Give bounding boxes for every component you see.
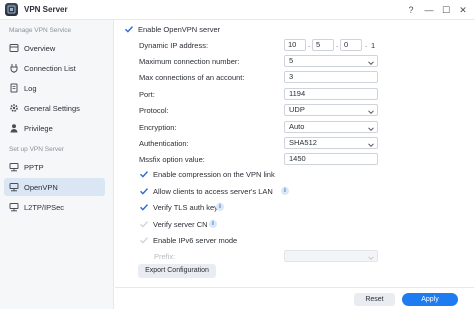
- compression-option[interactable]: Enable compression on the VPN link: [139, 169, 339, 180]
- port-value: 1194: [289, 89, 306, 98]
- help-button[interactable]: ?: [403, 2, 419, 18]
- encryption-label: Encryption:: [139, 123, 177, 132]
- ip-octet-2-field[interactable]: 5: [312, 39, 334, 51]
- protocol-label: Protocol:: [139, 106, 169, 115]
- ip-octet-3-field[interactable]: 0: [340, 39, 362, 51]
- enable-openvpn-label: Enable OpenVPN server: [138, 25, 221, 34]
- network-icon: [9, 162, 19, 172]
- encryption-value: Auto: [289, 122, 305, 131]
- port-field[interactable]: 1194: [284, 88, 378, 100]
- ip-octet-1-field[interactable]: 10: [284, 39, 306, 51]
- sidebar-item-log[interactable]: Log: [4, 79, 105, 97]
- sidebar-item-label: Privilege: [24, 123, 53, 133]
- person-icon: [9, 123, 19, 133]
- sidebar-item-l2tp-ipsec[interactable]: L2TP/IPSec: [4, 198, 105, 216]
- protocol-select[interactable]: UDP: [284, 104, 378, 116]
- gear-icon: [9, 103, 19, 113]
- tls-auth-option[interactable]: Verify TLS auth key i: [139, 202, 339, 213]
- sidebar-item-label: Overview: [24, 43, 56, 53]
- prefix-label: Prefix:: [154, 252, 176, 261]
- info-icon[interactable]: i: [216, 203, 224, 211]
- sidebar-item-privilege[interactable]: Privilege: [4, 119, 105, 137]
- lan-access-label: Allow clients to access server's LAN: [153, 187, 273, 196]
- sidebar-item-pptp[interactable]: PPTP: [4, 158, 105, 176]
- server-cn-label: Verify server CN: [153, 220, 208, 229]
- port-label: Port:: [139, 90, 155, 99]
- sidebar-item-general-settings[interactable]: General Settings: [4, 99, 105, 117]
- network-icon: [9, 182, 19, 192]
- lan-access-checkbox[interactable]: [139, 186, 149, 196]
- chevron-down-icon: [368, 254, 374, 260]
- max-connection-label: Maximum connection number:: [139, 57, 240, 66]
- protocol-value: UDP: [289, 105, 305, 114]
- sidebar-item-label: PPTP: [24, 162, 44, 172]
- chevron-down-icon: [368, 141, 374, 147]
- sidebar-item-label: OpenVPN: [24, 182, 58, 192]
- prefix-select: [284, 250, 378, 262]
- sidebar-item-openvpn[interactable]: OpenVPN: [4, 178, 105, 196]
- ipv6-label: Enable IPv6 server mode: [153, 236, 238, 245]
- chevron-down-icon: [368, 125, 374, 131]
- export-configuration-button[interactable]: Export Configuration: [138, 264, 216, 278]
- authentication-value: SHA512: [289, 138, 317, 147]
- sidebar-item-connection-list[interactable]: Connection List: [4, 59, 105, 77]
- reset-button[interactable]: Reset: [354, 293, 395, 306]
- mssfix-value: 1450: [289, 154, 306, 163]
- server-cn-checkbox[interactable]: [139, 219, 149, 229]
- apply-button[interactable]: Apply: [402, 293, 458, 306]
- mssfix-label: Mssfix option value:: [139, 155, 205, 164]
- ipv6-option[interactable]: Enable IPv6 server mode: [139, 235, 339, 246]
- chevron-down-icon: [368, 108, 374, 114]
- compression-checkbox[interactable]: [139, 169, 149, 179]
- sidebar-item-label: Log: [24, 83, 37, 93]
- lan-access-option[interactable]: Allow clients to access server's LAN i: [139, 186, 339, 197]
- sidebar-item-label: General Settings: [24, 103, 80, 113]
- dynamic-ip-label: Dynamic IP address:: [139, 41, 209, 50]
- max-account-connections-value: 3: [289, 72, 294, 81]
- section-label-manage: Manage VPN Service: [9, 27, 72, 34]
- maximize-button[interactable]: ☐: [438, 2, 454, 18]
- vpn-server-app-icon: [5, 3, 18, 16]
- authentication-select[interactable]: SHA512: [284, 137, 378, 149]
- network-icon: [9, 202, 19, 212]
- info-icon[interactable]: i: [209, 220, 217, 228]
- title-bar: VPN Server ? — ☐ ✕: [0, 0, 474, 20]
- server-cn-option[interactable]: Verify server CN i: [139, 219, 339, 230]
- ip-dot: .: [365, 40, 368, 49]
- sidebar-item-label: Connection List: [24, 63, 76, 73]
- log-icon: [9, 83, 19, 93]
- info-icon[interactable]: i: [281, 187, 289, 195]
- minimize-button[interactable]: —: [421, 2, 437, 18]
- chevron-down-icon: [368, 59, 374, 65]
- ip-dot: .: [336, 40, 339, 49]
- encryption-select[interactable]: Auto: [284, 121, 378, 133]
- mssfix-field[interactable]: 1450: [284, 153, 378, 165]
- overview-icon: [9, 43, 19, 53]
- sidebar-item-overview[interactable]: Overview: [4, 39, 105, 57]
- footer-bar: Reset Apply: [115, 287, 474, 309]
- max-connection-select[interactable]: 5: [284, 55, 378, 67]
- max-account-connections-label: Max connections of an account:: [139, 73, 245, 82]
- compression-label: Enable compression on the VPN link: [153, 170, 275, 179]
- section-label-setup: Set up VPN Server: [9, 146, 64, 153]
- tls-auth-checkbox[interactable]: [139, 202, 149, 212]
- close-button[interactable]: ✕: [455, 2, 471, 18]
- window-title: VPN Server: [24, 5, 68, 14]
- openvpn-settings-panel: Enable OpenVPN server Dynamic IP address…: [115, 20, 474, 309]
- max-connection-value: 5: [289, 56, 294, 65]
- sidebar: Manage VPN Service Overview Connection L…: [0, 20, 114, 309]
- tls-auth-label: Verify TLS auth key: [153, 203, 218, 212]
- ip-dot: .: [308, 40, 311, 49]
- sidebar-item-label: L2TP/IPSec: [24, 202, 65, 212]
- enable-openvpn-checkbox[interactable]: [124, 24, 134, 34]
- ipv6-checkbox[interactable]: [139, 235, 149, 245]
- authentication-label: Authentication:: [139, 139, 189, 148]
- plug-icon: [9, 63, 19, 73]
- max-account-connections-field[interactable]: 3: [284, 71, 378, 83]
- ip-octet-4-value: 1: [371, 41, 376, 50]
